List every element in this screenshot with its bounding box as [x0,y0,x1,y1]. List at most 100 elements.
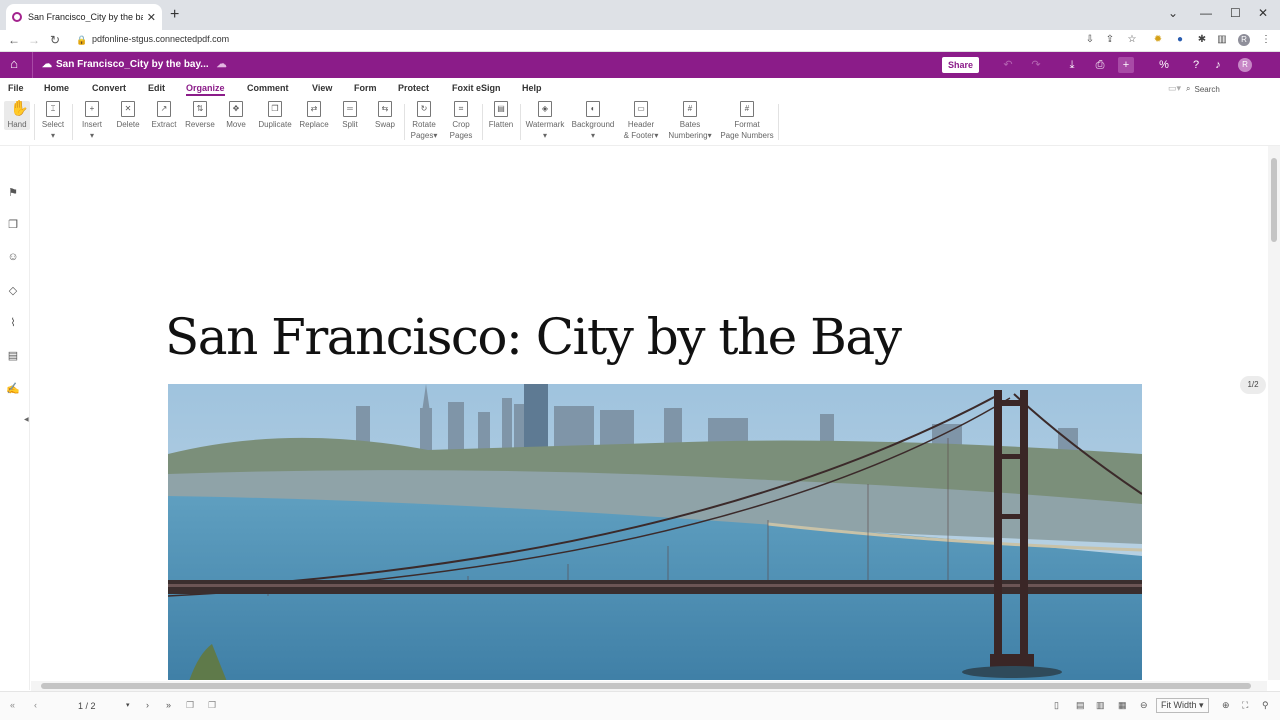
select-tool[interactable]: ⌶ Select ▾ [40,101,66,141]
url-field[interactable]: pdfonline-stgus.connectedpdf.com [92,34,229,44]
hand-tool[interactable]: ✋ Hand [4,101,30,130]
add-tool-icon[interactable]: + [1118,57,1134,73]
menu-protect[interactable]: Protect [398,83,429,93]
last-page-icon[interactable]: » [166,700,171,710]
pages-thumbnail-icon[interactable]: ❐ [6,218,20,232]
share-page-icon[interactable]: ⇪ [1104,34,1116,46]
next-view-icon[interactable]: ❐ [208,700,216,711]
document-title[interactable]: San Francisco_City by the bay... [56,59,209,70]
signature-icon[interactable]: ✍ [6,382,20,396]
share-button[interactable]: Share [942,57,980,73]
vertical-scrollbar[interactable] [1268,146,1280,680]
extensions-puzzle-icon[interactable]: ✱ [1196,34,1208,46]
previous-view-icon[interactable]: ❐ [186,700,194,711]
new-tab-icon[interactable]: + [170,6,179,24]
layers-icon[interactable]: ◇ [6,284,20,298]
browser-menu-icon[interactable]: ⋮ [1260,34,1272,46]
document-viewer[interactable]: San Francisco: City by the Bay 1/2 [31,146,1267,680]
forward-icon[interactable]: → [28,33,40,47]
print-icon[interactable]: ⎙ [1092,57,1108,73]
menu-file[interactable]: File [8,83,24,93]
move-tool[interactable]: ✥ Move [222,101,250,130]
crop-pages-tool[interactable]: ⌗ Crop Pages [446,101,476,141]
horizontal-scrollbar[interactable] [31,681,1267,691]
fullscreen-icon[interactable]: ⛶ [1242,700,1248,711]
extension-sun-icon[interactable]: ✹ [1152,34,1164,46]
attachment-icon[interactable]: ⌇ [6,316,20,330]
flatten-icon: ▤ [494,101,508,117]
watermark-tool[interactable]: ◈ Watermark ▾ [524,101,566,141]
previous-page-icon[interactable]: ‹ [34,700,37,710]
two-page-view-icon[interactable]: ▥ [1096,700,1105,711]
reverse-tool[interactable]: ⇅ Reverse [184,101,216,130]
bates-numbering-tool[interactable]: # Bates Numbering▾ [666,101,714,141]
zoom-out-icon[interactable]: ⊖ [1140,700,1148,711]
collapse-panel-icon[interactable]: ◀ [24,416,29,423]
pin-icon[interactable]: ⚲ [1262,700,1269,711]
download-icon[interactable]: ⤓ [1064,57,1080,73]
extract-tool[interactable]: ↗ Extract [148,101,180,130]
view-mode-toggle-icon[interactable]: ▭▾ [1168,83,1181,94]
zoom-in-icon[interactable]: ⊕ [1222,700,1230,711]
duplicate-tool[interactable]: ❐ Duplicate [256,101,294,130]
comments-icon[interactable]: ☺ [6,250,20,264]
side-panel-icon[interactable]: ▥ [1216,34,1228,46]
continuous-view-icon[interactable]: ▤ [1076,700,1085,711]
menu-form[interactable]: Form [354,83,377,93]
first-page-icon[interactable]: « [10,700,15,710]
minimize-icon[interactable]: — [1200,6,1212,20]
rotate-pages-tool[interactable]: ↻ Rotate Pages▾ [408,101,440,141]
page-indicator-badge: 1/2 [1240,376,1266,394]
extension-blue-icon[interactable]: ● [1174,34,1186,46]
bookmark-icon[interactable]: ⚑ [6,186,20,200]
close-tab-icon[interactable]: ✕ [147,11,156,24]
undo-icon[interactable]: ↶ [1000,57,1016,73]
menu-home[interactable]: Home [44,83,69,93]
browser-tab[interactable]: San Francisco_City by the bay.pdf ✕ [6,4,162,30]
flatten-tool[interactable]: ▤ Flatten [486,101,516,130]
menu-edit[interactable]: Edit [148,83,165,93]
menu-foxit-esign[interactable]: Foxit eSign [452,83,501,93]
bookmark-star-icon[interactable]: ☆ [1126,34,1138,46]
swap-tool[interactable]: ⇆ Swap [372,101,398,130]
insert-tool[interactable]: + Insert ▾ [78,101,106,141]
vertical-scroll-thumb[interactable] [1271,158,1277,242]
format-page-numbers-tool[interactable]: # Format Page Numbers [718,101,776,141]
notifications-bell-icon[interactable]: ♪ [1210,57,1226,73]
menu-convert[interactable]: Convert [92,83,126,93]
delete-tool[interactable]: ✕ Delete [114,101,142,130]
golden-gate-bridge-photo [168,384,1142,680]
help-icon[interactable]: ? [1188,57,1204,73]
reload-icon[interactable]: ↻ [50,33,60,47]
zoom-select[interactable]: Fit Width ▾ [1156,698,1209,713]
left-navigation-rail: ⚑ ❐ ☺ ◇ ⌇ ▤ ✍ ◀ [0,146,30,690]
search-box[interactable]: ⌕ Search [1186,82,1270,96]
header-footer-tool[interactable]: ▭ Header & Footer▾ [620,101,662,141]
two-page-continuous-icon[interactable]: ▦ [1118,700,1127,711]
page-number-field[interactable]: 1 / 2 ▾ [60,698,134,714]
single-page-view-icon[interactable]: ▯ [1054,700,1059,711]
redo-icon[interactable]: ↷ [1028,57,1044,73]
background-tool[interactable]: ◐ Background ▾ [570,101,616,141]
foxit-favicon-icon [12,12,22,22]
browser-profile-avatar[interactable]: R [1238,34,1250,46]
horizontal-scroll-thumb[interactable] [41,683,1251,689]
menu-organize[interactable]: Organize [186,83,225,96]
menu-help[interactable]: Help [522,83,542,93]
translate-icon[interactable]: % [1156,57,1172,73]
bates-numbering-icon: # [683,101,697,117]
close-window-icon[interactable]: ✕ [1258,6,1268,20]
home-icon[interactable]: ⌂ [6,56,22,72]
split-tool[interactable]: ═ Split [338,101,362,130]
replace-tool[interactable]: ⇄ Replace [298,101,330,130]
document-properties-icon[interactable]: ▤ [6,349,20,363]
background-icon: ◐ [586,101,600,117]
user-avatar[interactable]: R [1238,58,1252,72]
next-page-icon[interactable]: › [146,700,149,710]
menu-comment[interactable]: Comment [247,83,289,93]
back-icon[interactable]: ← [8,33,20,47]
tab-search-chevron-icon[interactable]: ⌄ [1168,6,1178,20]
install-app-icon[interactable]: ⇩ [1084,34,1096,46]
maximize-icon[interactable]: ☐ [1230,6,1241,20]
menu-view[interactable]: View [312,83,332,93]
